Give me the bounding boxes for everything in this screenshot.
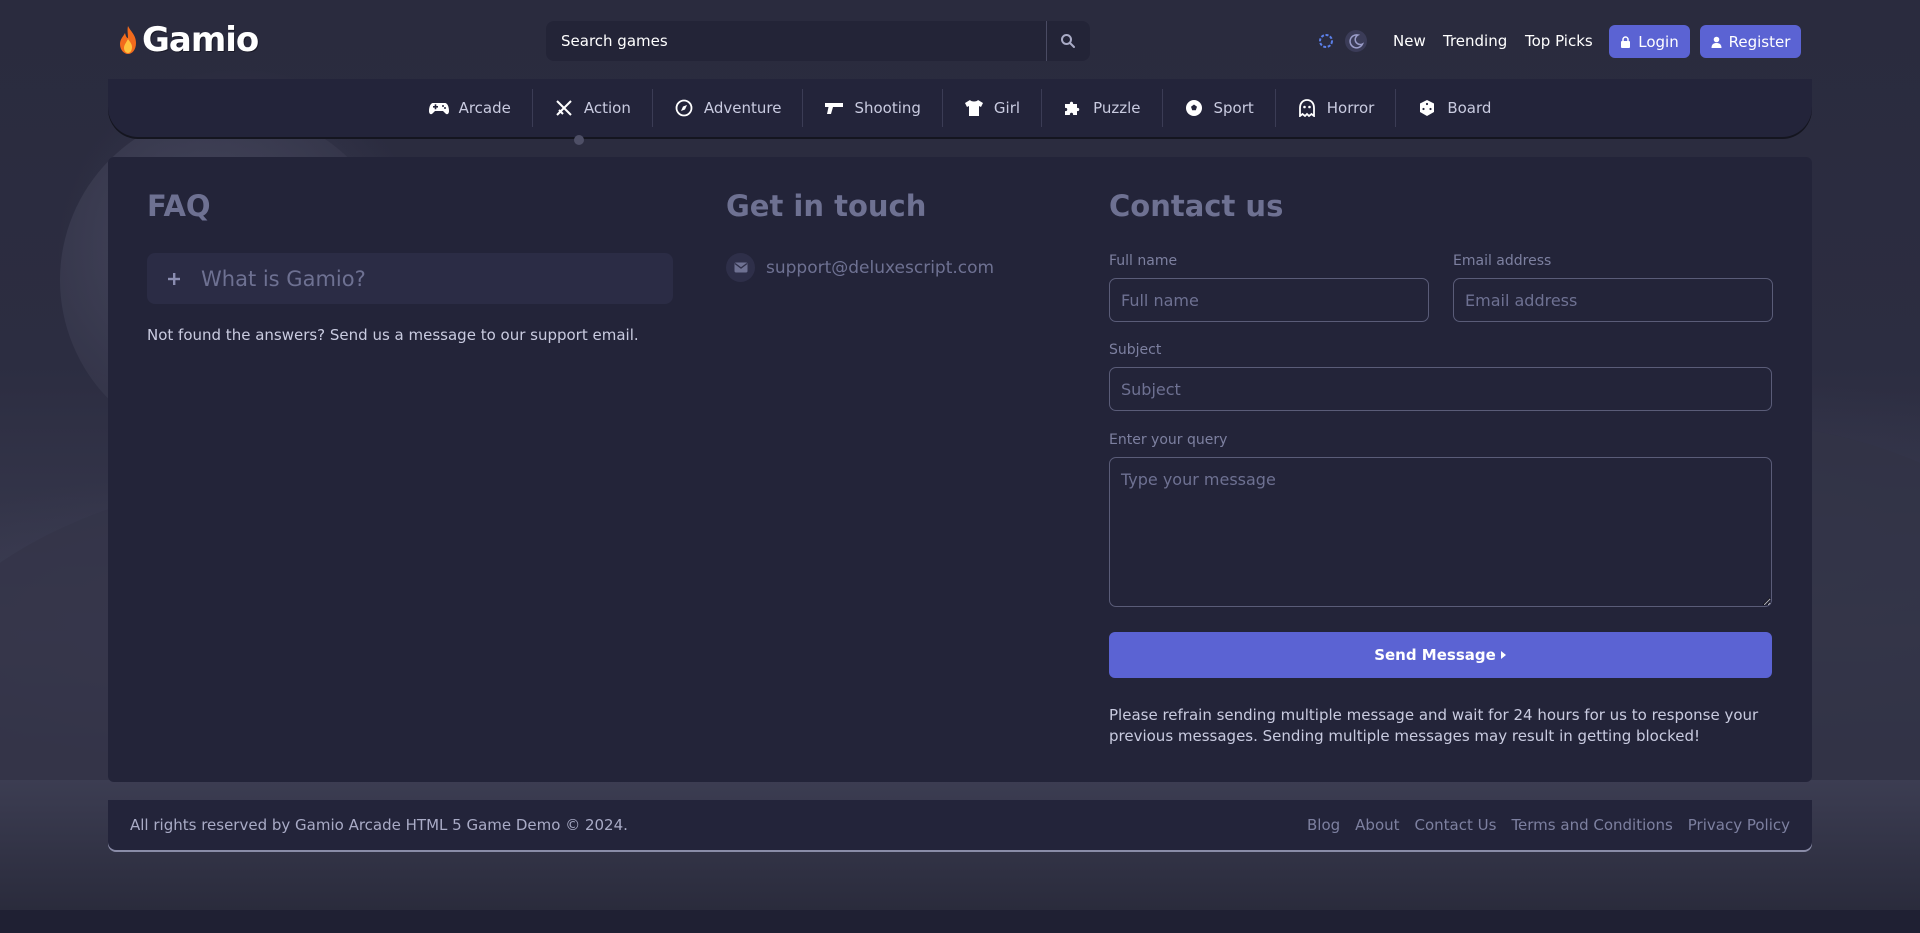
support-email: support@deluxescript.com — [766, 257, 995, 278]
send-message-button[interactable]: Send Message — [1109, 632, 1772, 678]
support-email-row[interactable]: support@deluxescript.com — [726, 253, 994, 282]
nav-trending[interactable]: Trending — [1443, 32, 1507, 50]
category-label: Arcade — [458, 99, 511, 117]
category-horror[interactable]: Horror — [1276, 89, 1396, 127]
footer-link-contact[interactable]: Contact Us — [1415, 816, 1497, 834]
faq-title: FAQ — [147, 189, 211, 223]
category-label: Horror — [1326, 99, 1375, 117]
register-button[interactable]: Register — [1700, 25, 1801, 58]
subject-field[interactable] — [1109, 367, 1772, 411]
get-in-touch-title: Get in touch — [726, 189, 927, 223]
category-board[interactable]: Board — [1396, 89, 1512, 127]
shirt-icon — [964, 100, 983, 116]
category-sport[interactable]: Sport — [1163, 89, 1275, 127]
email-field[interactable] — [1453, 278, 1773, 322]
category-label: Sport — [1213, 99, 1254, 117]
copyright-text: All rights reserved by Gamio Arcade HTML… — [130, 816, 628, 834]
swords-icon — [556, 100, 572, 116]
decorative-dot — [574, 135, 584, 145]
category-label: Girl — [993, 99, 1021, 117]
puzzle-icon — [1065, 101, 1080, 115]
top-header: Gamio New Trending Top Picks Login R — [0, 0, 1920, 80]
search-input[interactable] — [546, 21, 1046, 61]
email-label: Email address — [1453, 253, 1552, 269]
category-action[interactable]: Action — [533, 89, 652, 127]
nav-top-picks[interactable]: Top Picks — [1525, 32, 1593, 50]
send-warning: Please refrain sending multiple message … — [1109, 706, 1759, 745]
fullname-field[interactable] — [1109, 278, 1429, 322]
fullname-label: Full name — [1109, 253, 1178, 269]
dice-icon — [1420, 100, 1435, 116]
ghost-icon — [1298, 99, 1315, 117]
query-label: Enter your query — [1109, 432, 1228, 448]
category-label: Board — [1447, 99, 1492, 117]
footer-link-terms[interactable]: Terms and Conditions — [1511, 816, 1672, 834]
gun-icon — [825, 103, 844, 114]
lock-icon — [1621, 35, 1631, 48]
footer: All rights reserved by Gamio Arcade HTML… — [108, 800, 1812, 850]
footer-link-blog[interactable]: Blog — [1307, 816, 1340, 834]
contact-title: Contact us — [1109, 189, 1284, 223]
moon-icon — [1349, 34, 1364, 49]
login-label: Login — [1638, 32, 1679, 51]
register-label: Register — [1728, 32, 1791, 51]
footer-link-privacy[interactable]: Privacy Policy — [1688, 816, 1790, 834]
subject-label: Subject — [1109, 342, 1162, 358]
message-field[interactable] — [1109, 457, 1772, 607]
soccer-ball-icon — [1185, 100, 1202, 116]
faq-note: Not found the answers? Send us a message… — [147, 326, 639, 344]
compass-icon — [675, 99, 693, 117]
footer-link-about[interactable]: About — [1355, 816, 1399, 834]
category-adventure[interactable]: Adventure — [653, 89, 803, 127]
brand-logo[interactable]: Gamio — [118, 20, 259, 60]
category-puzzle[interactable]: Puzzle — [1042, 89, 1161, 127]
search-bar — [546, 21, 1090, 61]
user-icon — [1711, 36, 1722, 48]
faq-item[interactable]: What is Gamio? — [147, 253, 673, 304]
login-button[interactable]: Login — [1609, 25, 1690, 58]
contact-card: FAQ What is Gamio? Not found the answers… — [108, 157, 1812, 782]
category-label: Action — [583, 99, 631, 117]
category-label: Adventure — [703, 99, 782, 117]
gamepad-icon — [428, 103, 449, 115]
plus-icon — [168, 272, 180, 285]
caret-right-icon — [1500, 651, 1506, 659]
search-icon[interactable] — [1060, 33, 1076, 49]
dark-mode-toggle[interactable] — [1345, 30, 1367, 52]
flame-icon — [120, 26, 136, 54]
brand-name: Gamio — [142, 20, 259, 60]
category-girl[interactable]: Girl — [943, 89, 1041, 127]
page-bottom-strip — [0, 910, 1920, 933]
search-divider — [1046, 21, 1047, 61]
category-label: Puzzle — [1093, 99, 1141, 117]
category-bar: Arcade Action Adventure Shooting Girl Pu… — [108, 79, 1812, 137]
envelope-icon — [726, 253, 755, 282]
category-label: Shooting — [854, 99, 921, 117]
send-message-label: Send Message — [1374, 646, 1496, 664]
faq-question: What is Gamio? — [201, 266, 366, 291]
light-mode-toggle[interactable] — [1315, 30, 1337, 52]
category-shooting[interactable]: Shooting — [803, 89, 941, 127]
sun-icon — [1319, 34, 1333, 48]
nav-new[interactable]: New — [1393, 32, 1426, 50]
footer-links: Blog About Contact Us Terms and Conditio… — [1307, 816, 1790, 834]
category-arcade[interactable]: Arcade — [408, 89, 532, 127]
